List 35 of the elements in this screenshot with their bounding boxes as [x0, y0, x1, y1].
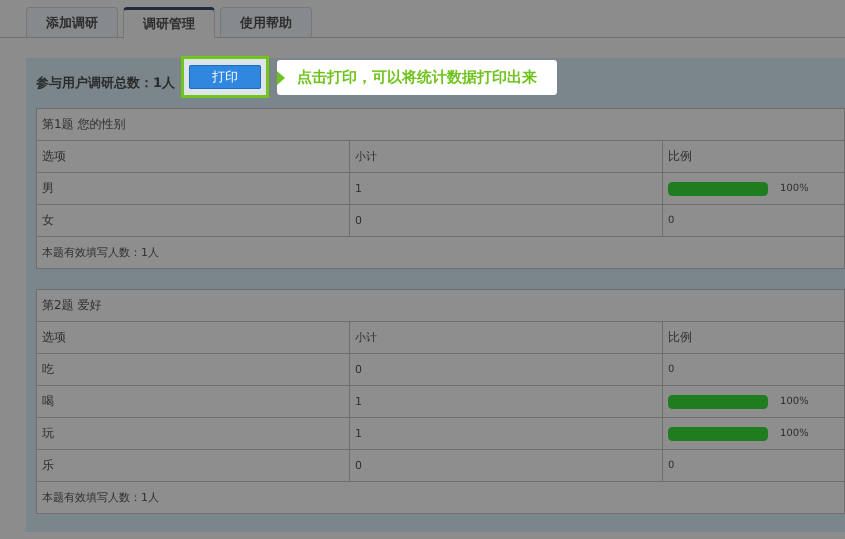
- table-cell: 1: [350, 173, 663, 204]
- table-cell: 0: [350, 450, 663, 481]
- table-cell: 0: [668, 364, 674, 375]
- tab[interactable]: 添加调研: [26, 7, 118, 37]
- table-cell: 100%: [780, 396, 809, 407]
- table-cell: 0: [350, 205, 663, 236]
- table-cell: 1: [350, 386, 663, 417]
- column-header: 小计: [350, 141, 663, 172]
- column-header: 小计: [350, 322, 663, 353]
- question-footer: 本题有效填写人数：1人: [37, 482, 844, 513]
- question-title: 第2题 爱好: [37, 290, 844, 322]
- table-cell: 100%: [780, 428, 809, 439]
- table-cell: 100%: [780, 183, 809, 194]
- table-cell: 玩: [37, 418, 350, 449]
- table-cell: 0: [668, 460, 674, 471]
- table-cell: 吃: [37, 354, 350, 385]
- table-cell: 乐: [37, 450, 350, 481]
- column-header: 比例: [667, 329, 692, 346]
- tooltip-text: 点击打印，可以将统计数据打印出来: [277, 60, 558, 94]
- table-cell: 男: [37, 173, 350, 204]
- tab[interactable]: 调研管理: [123, 7, 215, 38]
- column-header: 比例: [667, 148, 692, 165]
- pointer-icon: [277, 70, 286, 84]
- tab[interactable]: 使用帮助: [220, 7, 312, 37]
- survey-total: 参与用户调研总数：1人: [36, 74, 176, 92]
- column-header: 选项: [37, 322, 350, 353]
- table-cell: 0: [668, 215, 674, 226]
- question-footer: 本题有效填写人数：1人: [37, 237, 844, 268]
- table-cell: 1: [350, 418, 663, 449]
- question-title: 第1题 您的性别: [37, 109, 844, 141]
- table-cell: 女: [37, 205, 350, 236]
- table-cell: 0: [350, 354, 663, 385]
- table-cell: 喝: [37, 386, 350, 417]
- print-button[interactable]: 打印: [189, 65, 262, 89]
- column-header: 选项: [37, 141, 350, 172]
